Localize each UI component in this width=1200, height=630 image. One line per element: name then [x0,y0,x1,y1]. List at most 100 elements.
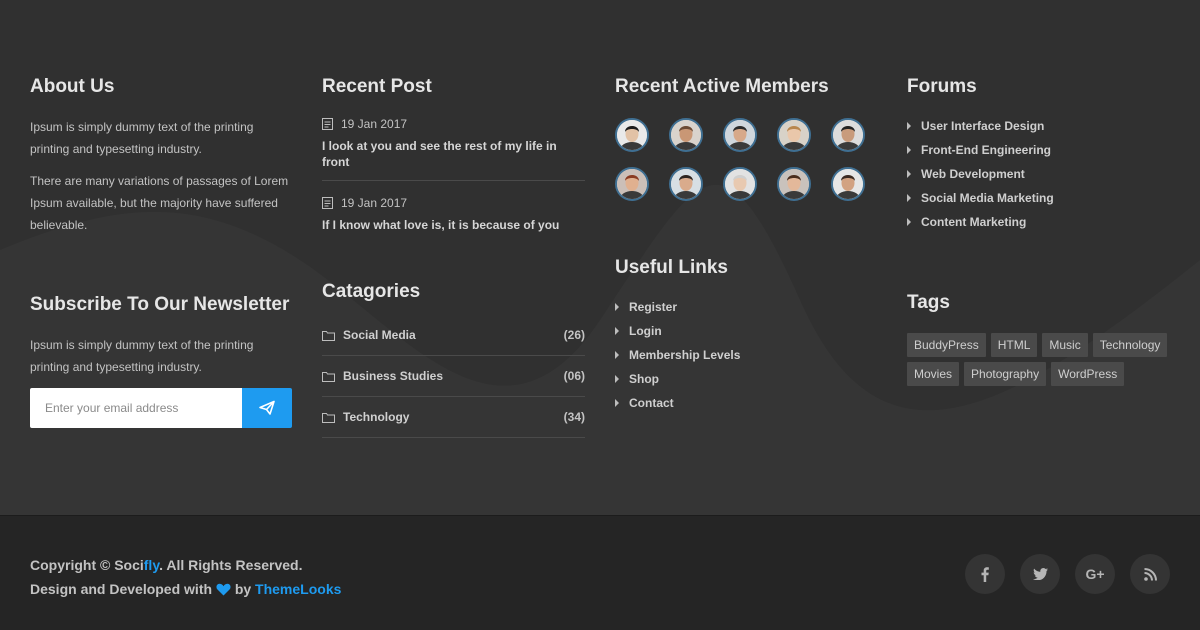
social-links: G+ [965,554,1170,594]
rss-icon [1143,567,1157,581]
member-avatar[interactable] [831,118,865,152]
caret-right-icon [615,375,619,383]
folder-icon [322,371,335,382]
useful-link-label: Membership Levels [629,348,741,362]
forum-link[interactable]: Social Media Marketing [907,186,1170,210]
useful-link-label: Login [629,324,662,338]
twitter-button[interactable] [1020,554,1060,594]
caret-right-icon [907,194,911,202]
about-section: About Us Ipsum is simply dummy text of t… [30,76,292,236]
forum-link-label: Social Media Marketing [921,191,1054,205]
member-avatar[interactable] [777,118,811,152]
forum-link-label: Front-End Engineering [921,143,1051,157]
forum-link[interactable]: Content Marketing [907,210,1170,234]
category-item[interactable]: Technology (34) [322,397,585,438]
member-avatar[interactable] [615,118,649,152]
design-credit-by: by [234,581,252,597]
post-item[interactable]: 19 Jan 2017 If I know what love is, it i… [322,195,585,243]
caret-right-icon [615,303,619,311]
post-date-text: 19 Jan 2017 [341,196,408,210]
category-item[interactable]: Social Media (26) [322,315,585,356]
newsletter-text: Ipsum is simply dummy text of the printi… [30,338,254,374]
category-item[interactable]: Business Studies (06) [322,356,585,397]
newsletter-title: Subscribe To Our Newsletter [30,294,290,315]
paper-plane-icon [259,400,275,415]
forum-link-label: Content Marketing [921,215,1027,229]
tag[interactable]: Music [1042,333,1088,357]
user-avatar-icon [833,169,863,199]
brand-accent-text: fly [143,557,160,573]
user-avatar-icon [617,169,647,199]
category-name: Business Studies [343,369,444,383]
footer-bottom-bar: Copyright © Socifly. All Rights Reserved… [0,515,1200,630]
member-avatar[interactable] [615,167,649,201]
tag[interactable]: WordPress [1051,362,1125,386]
post-item[interactable]: 19 Jan 2017 I look at you and see the re… [322,116,585,181]
member-avatar[interactable] [669,118,703,152]
members-grid [615,118,877,201]
tags-title: Tags [907,292,950,313]
post-title[interactable]: I look at you and see the rest of my lif… [322,138,585,170]
caret-right-icon [907,146,911,154]
user-avatar-icon [779,120,809,150]
categories-title: Catagories [322,281,421,302]
post-date-text: 19 Jan 2017 [341,117,408,131]
heart-icon [216,583,231,596]
user-avatar-icon [725,120,755,150]
about-title: About Us [30,76,115,97]
forum-link[interactable]: User Interface Design [907,114,1170,138]
about-paragraph-2: There are many variations of passages of… [30,174,289,232]
recent-post-section: Recent Post 19 Jan 2017 I look at you an… [322,76,585,243]
user-avatar-icon [671,120,701,150]
folder-icon [322,412,335,423]
caret-right-icon [907,122,911,130]
tags-section: Tags BuddyPress HTML Music Technology Mo… [907,292,1170,386]
user-avatar-icon [779,169,809,199]
category-count: (34) [563,410,585,424]
category-count: (26) [563,328,585,342]
member-avatar[interactable] [723,118,757,152]
forums-title: Forums [907,76,977,97]
post-date: 19 Jan 2017 [322,195,585,211]
forum-link[interactable]: Front-End Engineering [907,138,1170,162]
useful-link-label: Contact [629,396,674,410]
useful-link[interactable]: Shop [615,367,877,391]
member-avatar[interactable] [777,167,811,201]
rss-button[interactable] [1130,554,1170,594]
member-avatar[interactable] [723,167,757,201]
newsletter-section: Subscribe To Our Newsletter Ipsum is sim… [30,294,292,428]
member-avatar[interactable] [669,167,703,201]
forum-link[interactable]: Web Development [907,162,1170,186]
categories-section: Catagories Social Media (26) Business St… [322,281,585,438]
category-name: Technology [343,410,410,424]
subscribe-button[interactable] [242,388,292,428]
tag[interactable]: Movies [907,362,960,386]
facebook-button[interactable] [965,554,1005,594]
useful-links-title: Useful Links [615,257,728,278]
tag[interactable]: Technology [1092,333,1168,357]
forum-link-label: Web Development [921,167,1025,181]
tag[interactable]: Photography [964,362,1047,386]
useful-link[interactable]: Contact [615,391,877,415]
facebook-icon [981,566,989,582]
themelooks-link[interactable]: ThemeLooks [255,581,341,597]
useful-link[interactable]: Login [615,319,877,343]
member-avatar[interactable] [831,167,865,201]
tag[interactable]: BuddyPress [907,333,986,357]
caret-right-icon [907,170,911,178]
email-input[interactable] [30,388,242,428]
category-count: (06) [563,369,585,383]
copyright-prefix: Copyright © Soci [30,557,144,573]
useful-link[interactable]: Register [615,295,877,319]
google-plus-button[interactable]: G+ [1075,554,1115,594]
google-plus-icon: G+ [1085,566,1105,582]
tag[interactable]: HTML [990,333,1038,357]
useful-links-list: Register Login Membership Levels Shop Co… [615,295,877,415]
members-title: Recent Active Members [615,76,829,97]
forum-list: User Interface Design Front-End Engineer… [907,114,1170,234]
useful-link[interactable]: Membership Levels [615,343,877,367]
user-avatar-icon [617,120,647,150]
post-title[interactable]: If I know what love is, it is because of… [322,217,585,233]
recent-post-title: Recent Post [322,76,432,97]
caret-right-icon [907,218,911,226]
